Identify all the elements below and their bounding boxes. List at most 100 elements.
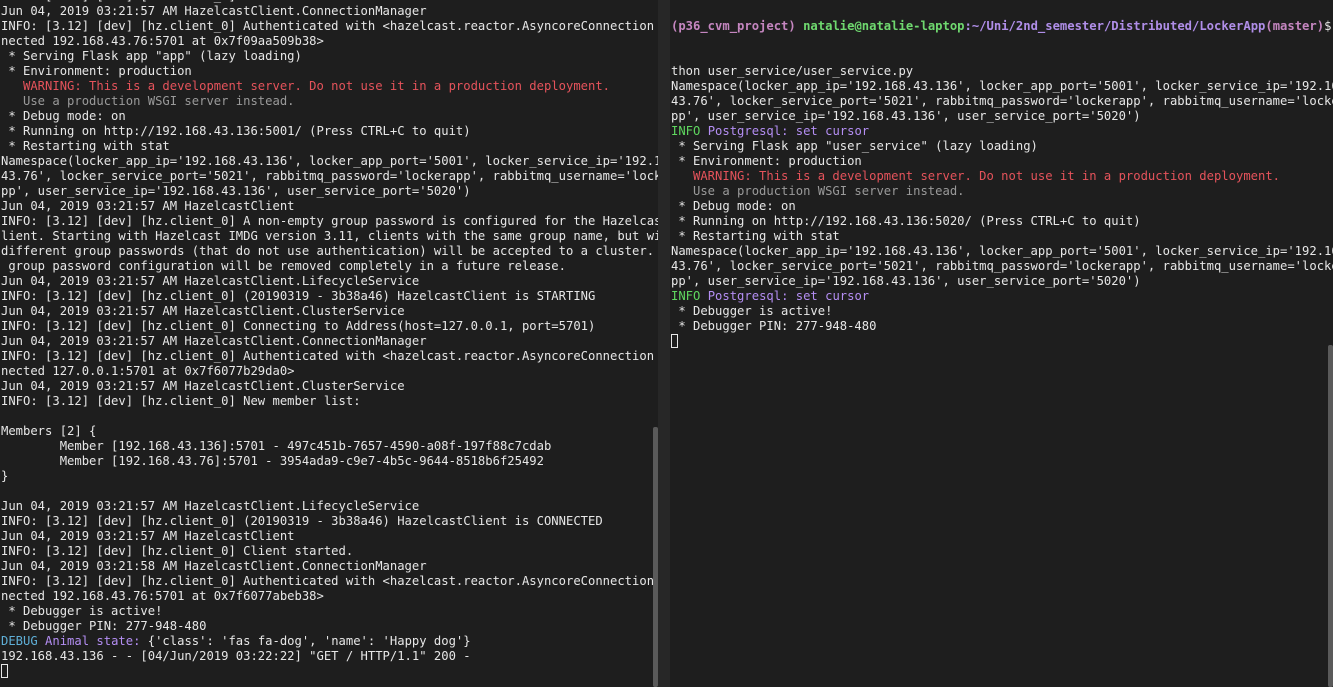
terminal-line: 43.76', locker_service_port='5021', rabb…: [671, 94, 1333, 109]
line-text: * Environment: production: [671, 154, 862, 168]
terminal-line: Namespace(locker_app_ip='192.168.43.136'…: [1, 154, 658, 169]
line-text: * Debugger PIN: 277-948-480: [671, 319, 877, 333]
line-text: Member [192.168.43.76]:5701 - 3954ada9-c…: [1, 454, 544, 468]
line-text: pp', user_service_ip='192.168.43.136', u…: [671, 109, 1141, 123]
terminal-cursor[interactable]: [1, 664, 8, 678]
line-text: * Running on http://192.168.43.136:5001/…: [1, 124, 471, 138]
terminal-line: Jun 04, 2019 03:21:57 AM HazelcastClient…: [1, 499, 650, 514]
terminal-line: different group passwords (that do not u…: [1, 244, 654, 259]
line-text: Jun 04, 2019 03:21:57 AM HazelcastClient…: [1, 304, 405, 318]
line-text: Use a production WSGI server instead.: [1, 94, 295, 108]
terminal-line: * Debug mode: on: [671, 199, 1325, 214]
line-text: WARNING: This is a development server. D…: [1, 79, 611, 93]
cursor-line: [1, 664, 650, 679]
line-text: 43.76', locker_service_port='5021', rabb…: [671, 94, 1333, 108]
terminal-line: thon user_service/user_service.py: [671, 64, 1325, 79]
terminal-line: * Restarting with stat: [671, 229, 1325, 244]
line-text: nected 192.168.43.76:5701 at 0x7f09aa509…: [1, 34, 324, 48]
terminal-line: INFO: [3.12] [dev] [hz.client_0] Client …: [1, 544, 650, 559]
line-text: Use a production WSGI server instead.: [671, 184, 965, 198]
terminal-line: INFO Postgresql: set cursor: [671, 289, 1325, 304]
line-text: * Environment: production: [1, 64, 192, 78]
terminal-line: INFO: [3.12] [dev] [hz.client_0] Authent…: [1, 19, 654, 34]
terminal-line: nected 192.168.43.76:5701 at 0x7f09aa509…: [1, 34, 650, 49]
line-text: pp', user_service_ip='192.168.43.136', u…: [671, 274, 1141, 288]
line-text: INFO: [3.12] [dev] [hz.client_0] Authent…: [1, 19, 658, 33]
terminal-line: 43.76', locker_service_port='5021', rabb…: [671, 259, 1333, 274]
line-text: * Running on http://192.168.43.136:5020/…: [671, 214, 1141, 228]
line-text: INFO: [3.12] [dev] [hz.client_0] Client …: [1, 0, 353, 3]
line-text: Jun 04, 2019 03:21:57 AM HazelcastClient…: [1, 274, 420, 288]
line-text: nected 192.168.43.76:5701 at 0x7f6077abe…: [1, 589, 324, 603]
line-text: Jun 04, 2019 03:21:57 AM HazelcastClient…: [1, 499, 420, 513]
terminal-line: Jun 04, 2019 03:21:57 AM HazelcastClient: [1, 199, 650, 214]
terminal-line: Jun 04, 2019 03:21:57 AM HazelcastClient…: [1, 334, 650, 349]
terminal-line: Jun 04, 2019 03:21:57 AM HazelcastClient: [1, 529, 650, 544]
terminal-line: Jun 04, 2019 03:21:57 AM HazelcastClient…: [1, 4, 650, 19]
terminal-line: DEBUG Animal state: {'class': 'fas fa-do…: [1, 634, 650, 649]
right-terminal-output: (p36_cvm_project) natalie@natalie-laptop…: [671, 0, 1333, 349]
line-text: Namespace(locker_app_ip='192.168.43.136'…: [1, 154, 658, 168]
line-text: 43.76', locker_service_port='5021', rabb…: [1, 169, 658, 183]
line-text: INFO: [3.12] [dev] [hz.client_0] New mem…: [1, 394, 361, 408]
terminal-line: pp', user_service_ip='192.168.43.136', u…: [1, 184, 650, 199]
line-text: {'class': 'fas fa-dog', 'name': 'Happy d…: [140, 634, 471, 648]
line-text: * Serving Flask app "app" (lazy loading): [1, 49, 302, 63]
log-logger: Postgresql: set cursor: [707, 289, 870, 303]
line-text: INFO: [3.12] [dev] [hz.client_0] Connect…: [1, 319, 596, 333]
terminal-line: INFO Postgresql: set cursor: [671, 124, 1325, 139]
terminal-line: * Running on http://192.168.43.136:5001/…: [1, 124, 650, 139]
terminal-line: Namespace(locker_app_ip='192.168.43.136'…: [671, 244, 1333, 259]
line-text: * Debug mode: on: [671, 199, 796, 213]
line-text: Member [192.168.43.136]:5701 - 497c451b-…: [1, 439, 552, 453]
line-text: Members [2] {: [1, 424, 97, 438]
line-text: }: [1, 469, 9, 483]
left-terminal-pane[interactable]: INFO: [3.12] [dev] [hz.client_0] Client …: [0, 0, 658, 687]
line-text: Namespace(locker_app_ip='192.168.43.136'…: [671, 244, 1333, 258]
terminal-line: INFO: [3.12] [dev] [hz.client_0] (201903…: [1, 289, 650, 304]
line-text: Jun 04, 2019 03:21:57 AM HazelcastClient…: [1, 379, 405, 393]
line-text: INFO: [3.12] [dev] [hz.client_0] Authent…: [1, 349, 658, 363]
line-text: different group passwords (that do not u…: [1, 244, 658, 258]
line-text: * Debugger is active!: [1, 604, 163, 618]
prompt-path: :~/Uni/2nd_semester/Distributed/LockerAp…: [964, 19, 1266, 33]
terminal-line: * Debugger PIN: 277-948-480: [671, 319, 1325, 334]
line-text: thon user_service/user_service.py: [671, 64, 914, 78]
prompt-branch: (master): [1265, 19, 1325, 33]
terminal-line: INFO: [3.12] [dev] [hz.client_0] Authent…: [1, 349, 654, 364]
terminal-line: Use a production WSGI server instead.: [1, 94, 650, 109]
terminal-line: lient. Starting with Hazelcast IMDG vers…: [1, 229, 658, 244]
terminal-line: * Environment: production: [1, 64, 650, 79]
log-level: INFO: [671, 124, 701, 138]
line-text: INFO: [3.12] [dev] [hz.client_0] (201903…: [1, 289, 596, 303]
line-text: nected 127.0.0.1:5701 at 0x7f6077b29da0>: [1, 364, 295, 378]
line-text: * Debug mode: on: [1, 109, 126, 123]
line-text: WARNING: This is a development server. D…: [671, 169, 1281, 183]
log-level: INFO: [671, 289, 701, 303]
pane-divider[interactable]: [658, 0, 670, 687]
terminal-line: group password configuration will be rem…: [1, 259, 650, 274]
line-text: * Debugger PIN: 277-948-480: [1, 619, 207, 633]
log-logger: Postgresql: set cursor: [707, 124, 870, 138]
right-terminal-pane[interactable]: (p36_cvm_project) natalie@natalie-laptop…: [670, 0, 1333, 687]
right-scrollbar[interactable]: [1328, 345, 1333, 687]
terminal-line: * Serving Flask app "user_service" (lazy…: [671, 139, 1325, 154]
terminal-line: Member [192.168.43.76]:5701 - 3954ada9-c…: [1, 454, 650, 469]
terminal-line: WARNING: This is a development server. D…: [671, 169, 1325, 184]
terminal-cursor[interactable]: [671, 334, 678, 348]
line-text: INFO: [3.12] [dev] [hz.client_0] Client …: [1, 544, 354, 558]
terminal-line: Use a production WSGI server instead.: [671, 184, 1325, 199]
log-level: DEBUG: [1, 634, 38, 648]
terminal-line: * Debug mode: on: [1, 109, 650, 124]
prompt-user-host: natalie@natalie-laptop: [803, 19, 965, 33]
line-text: lient. Starting with Hazelcast IMDG vers…: [1, 229, 658, 243]
line-text: INFO: [3.12] [dev] [hz.client_0] (201903…: [1, 514, 603, 528]
terminal-line: pp', user_service_ip='192.168.43.136', u…: [671, 109, 1325, 124]
terminal-line: INFO: [3.12] [dev] [hz.client_0] New mem…: [1, 394, 650, 409]
line-text: group password configuration will be rem…: [1, 259, 566, 273]
terminal-line: pp', user_service_ip='192.168.43.136', u…: [671, 274, 1325, 289]
line-text: Jun 04, 2019 03:21:57 AM HazelcastClient: [1, 199, 295, 213]
log-logger: Animal state:: [45, 634, 141, 648]
terminal-line: Jun 04, 2019 03:21:57 AM HazelcastClient…: [1, 274, 650, 289]
